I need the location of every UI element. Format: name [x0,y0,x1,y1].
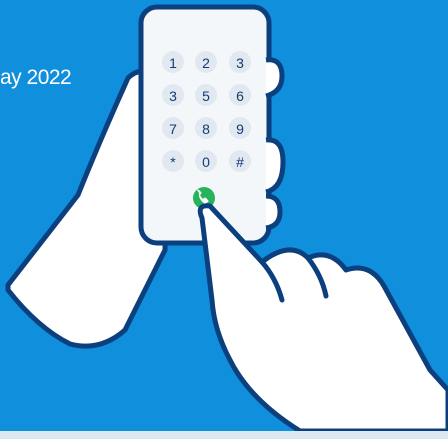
holding-finger-top [265,57,285,99]
dialpad-key[interactable]: * [162,150,184,172]
dialpad-key[interactable]: 3 [229,51,251,73]
pointing-hand [197,203,448,434]
dialpad-key[interactable]: 2 [195,51,217,73]
dialpad-key-label: 1 [169,55,177,71]
dialpad-key-label: 3 [236,55,244,71]
phone-dialing-illustration: 1 2 3 3 5 6 7 8 9 * 0 # [5,4,448,434]
dialpad-key-label: 9 [236,121,244,137]
dialpad-key[interactable]: 6 [229,84,251,106]
illustration-canvas: ay 2022 1 2 3 3 5 6 7 8 9 * 0 # [0,0,448,439]
dialpad-key-label: 7 [169,121,177,137]
dialpad-key[interactable]: 0 [195,150,217,172]
dialpad-key-label: * [170,154,176,170]
bottom-strip [0,431,448,439]
dialpad-key-label: 6 [236,88,244,104]
dialpad-key-label: 0 [202,154,210,170]
dialpad-key[interactable]: 1 [162,51,184,73]
dialpad-key-label: 2 [202,55,210,71]
dialpad-key-label: 3 [169,88,177,104]
holding-finger-middle [265,137,286,195]
dialpad-key[interactable]: 7 [162,117,184,139]
dialpad-key[interactable]: 5 [195,84,217,106]
dialpad-key[interactable]: 9 [229,117,251,139]
dialpad-key[interactable]: 8 [195,117,217,139]
dialpad-key-label: # [236,154,244,170]
dialpad-key-label: 5 [202,88,210,104]
dialpad-key[interactable]: # [229,150,251,172]
dialpad-key[interactable]: 3 [162,84,184,106]
dialpad-key-label: 8 [202,121,210,137]
holding-finger-lower [265,193,283,231]
